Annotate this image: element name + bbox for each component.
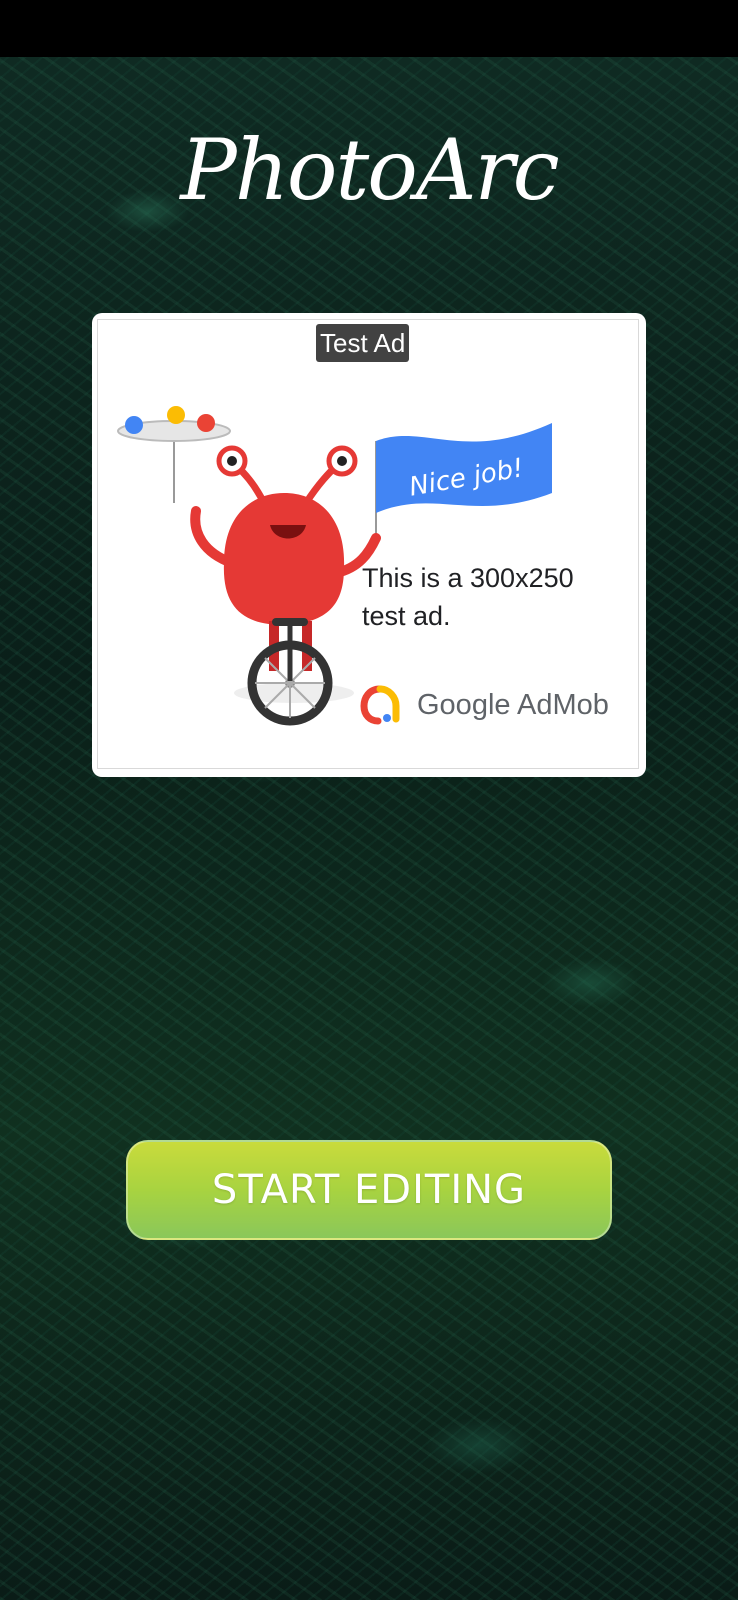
test-ad-badge: Test Ad bbox=[316, 324, 410, 362]
admob-brand-text: Google AdMob bbox=[417, 689, 609, 721]
ad-banner[interactable]: Test Ad Nice job! This is a 300x250 test… bbox=[92, 313, 646, 777]
status-bar bbox=[0, 0, 738, 57]
background-image bbox=[0, 57, 738, 1600]
ad-description: This is a 300x250 test ad. bbox=[362, 563, 574, 631]
admob-icon bbox=[360, 685, 400, 725]
start-editing-button[interactable]: START EDITING bbox=[126, 1140, 612, 1240]
monster-unicycle-illustration: Nice job! bbox=[117, 406, 552, 726]
app-logo: PhotoArc bbox=[180, 121, 559, 219]
